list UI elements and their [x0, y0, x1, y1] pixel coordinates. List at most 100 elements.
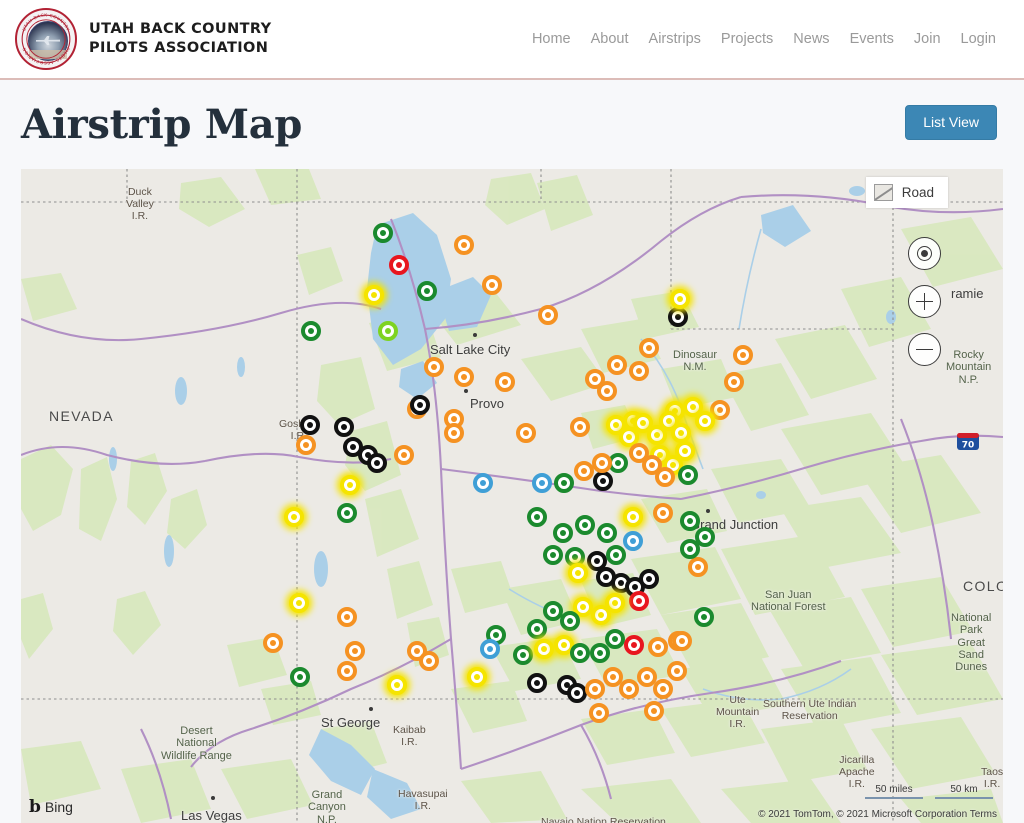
airstrip-marker-yellow[interactable] [568, 563, 588, 583]
airstrip-map[interactable]: 70 Duck Valley I.R. NEVADA Goshute I.R. Sal… [21, 169, 1003, 823]
airstrip-marker-green[interactable] [570, 643, 590, 663]
nav-item-events[interactable]: Events [850, 31, 894, 47]
airstrip-marker-green[interactable] [560, 611, 580, 631]
airstrip-marker-orange[interactable] [444, 423, 464, 443]
airstrip-marker-orange[interactable] [688, 557, 708, 577]
airstrip-marker-green[interactable] [694, 607, 714, 627]
airstrip-marker-blue[interactable] [623, 531, 643, 551]
airstrip-marker-orange[interactable] [337, 607, 357, 627]
airstrip-marker-black[interactable] [300, 415, 320, 435]
airstrip-marker-green[interactable] [678, 465, 698, 485]
airstrip-marker-green[interactable] [597, 523, 617, 543]
brand[interactable]: UTAH BACK COUNTRY PILOTS ASSOCIATION Uta… [15, 8, 272, 70]
airstrip-marker-green[interactable] [554, 473, 574, 493]
airstrip-marker-green[interactable] [373, 223, 393, 243]
airstrip-marker-yellow[interactable] [340, 475, 360, 495]
map-attribution[interactable]: © 2021 TomTom, © 2021 Microsoft Corporat… [758, 809, 997, 820]
airstrip-marker-yellow[interactable] [591, 605, 611, 625]
airstrip-marker-black[interactable] [527, 673, 547, 693]
list-view-button[interactable]: List View [905, 105, 997, 140]
airstrip-marker-orange[interactable] [648, 637, 668, 657]
airstrip-marker-green[interactable] [680, 511, 700, 531]
airstrip-marker-orange[interactable] [296, 435, 316, 455]
airstrip-marker-orange[interactable] [585, 679, 605, 699]
airstrip-marker-orange[interactable] [619, 679, 639, 699]
airstrip-marker-yellow[interactable] [670, 289, 690, 309]
airstrip-marker-orange[interactable] [589, 703, 609, 723]
airstrip-marker-yellow[interactable] [623, 507, 643, 527]
map-type-selector[interactable]: Road [865, 177, 948, 208]
airstrip-marker-orange[interactable] [592, 453, 612, 473]
zoom-in-button[interactable] [908, 285, 941, 318]
airstrip-marker-red[interactable] [389, 255, 409, 275]
airstrip-marker-yellow[interactable] [467, 667, 487, 687]
airstrip-marker-orange[interactable] [538, 305, 558, 325]
airstrip-marker-red[interactable] [624, 635, 644, 655]
airstrip-marker-green[interactable] [575, 515, 595, 535]
airstrip-marker-green[interactable] [606, 545, 626, 565]
airstrip-marker-orange[interactable] [394, 445, 414, 465]
airstrip-marker-yellow[interactable] [364, 285, 384, 305]
nav-item-airstrips[interactable]: Airstrips [649, 31, 701, 47]
airstrip-marker-orange[interactable] [419, 651, 439, 671]
airstrip-marker-green[interactable] [680, 539, 700, 559]
nav-item-home[interactable]: Home [532, 31, 571, 47]
airstrip-marker-yellow[interactable] [289, 593, 309, 613]
airstrip-marker-lime[interactable] [378, 321, 398, 341]
airstrip-marker-black[interactable] [593, 471, 613, 491]
airstrip-marker-orange[interactable] [644, 701, 664, 721]
airstrip-marker-yellow[interactable] [284, 507, 304, 527]
airstrip-marker-orange[interactable] [597, 381, 617, 401]
airstrip-marker-yellow[interactable] [534, 639, 554, 659]
airstrip-marker-green[interactable] [417, 281, 437, 301]
airstrip-marker-orange[interactable] [733, 345, 753, 365]
nav-item-about[interactable]: About [591, 31, 629, 47]
airstrip-marker-orange[interactable] [516, 423, 536, 443]
airstrip-marker-orange[interactable] [672, 631, 692, 651]
airstrip-marker-orange[interactable] [454, 235, 474, 255]
airstrip-marker-green[interactable] [290, 667, 310, 687]
airstrip-marker-green[interactable] [543, 601, 563, 621]
zoom-out-button[interactable] [908, 333, 941, 366]
airstrip-marker-orange[interactable] [482, 275, 502, 295]
airstrip-marker-orange[interactable] [345, 641, 365, 661]
locate-me-button[interactable] [908, 237, 941, 270]
airstrip-marker-orange[interactable] [655, 467, 675, 487]
airstrip-marker-black[interactable] [410, 395, 430, 415]
airstrip-marker-orange[interactable] [424, 357, 444, 377]
airstrip-marker-green[interactable] [513, 645, 533, 665]
airstrip-marker-orange[interactable] [667, 661, 687, 681]
airstrip-marker-orange[interactable] [724, 372, 744, 392]
airstrip-marker-yellow[interactable] [695, 411, 715, 431]
airstrip-marker-blue[interactable] [532, 473, 552, 493]
airstrip-marker-orange[interactable] [454, 367, 474, 387]
airstrip-marker-orange[interactable] [337, 661, 357, 681]
airstrip-marker-green[interactable] [527, 619, 547, 639]
airstrip-marker-black[interactable] [639, 569, 659, 589]
airstrip-marker-black[interactable] [367, 453, 387, 473]
airstrip-marker-black[interactable] [668, 307, 688, 327]
airstrip-marker-green[interactable] [553, 523, 573, 543]
airstrip-marker-orange[interactable] [607, 355, 627, 375]
airstrip-marker-yellow[interactable] [671, 423, 691, 443]
airstrip-marker-green[interactable] [337, 503, 357, 523]
airstrip-marker-black[interactable] [567, 683, 587, 703]
nav-item-login[interactable]: Login [961, 31, 996, 47]
airstrip-marker-orange[interactable] [639, 338, 659, 358]
airstrip-marker-green[interactable] [543, 545, 563, 565]
airstrip-marker-green[interactable] [605, 629, 625, 649]
airstrip-marker-orange[interactable] [263, 633, 283, 653]
bing-logo[interactable]: b Bing [29, 797, 73, 817]
airstrip-marker-orange[interactable] [629, 361, 649, 381]
airstrip-marker-orange[interactable] [570, 417, 590, 437]
airstrip-marker-orange[interactable] [495, 372, 515, 392]
airstrip-marker-blue[interactable] [473, 473, 493, 493]
nav-item-projects[interactable]: Projects [721, 31, 773, 47]
airstrip-marker-green[interactable] [301, 321, 321, 341]
airstrip-marker-yellow[interactable] [675, 441, 695, 461]
airstrip-marker-black[interactable] [334, 417, 354, 437]
nav-item-news[interactable]: News [793, 31, 829, 47]
airstrip-marker-green[interactable] [527, 507, 547, 527]
nav-item-join[interactable]: Join [914, 31, 941, 47]
airstrip-marker-red[interactable] [629, 591, 649, 611]
